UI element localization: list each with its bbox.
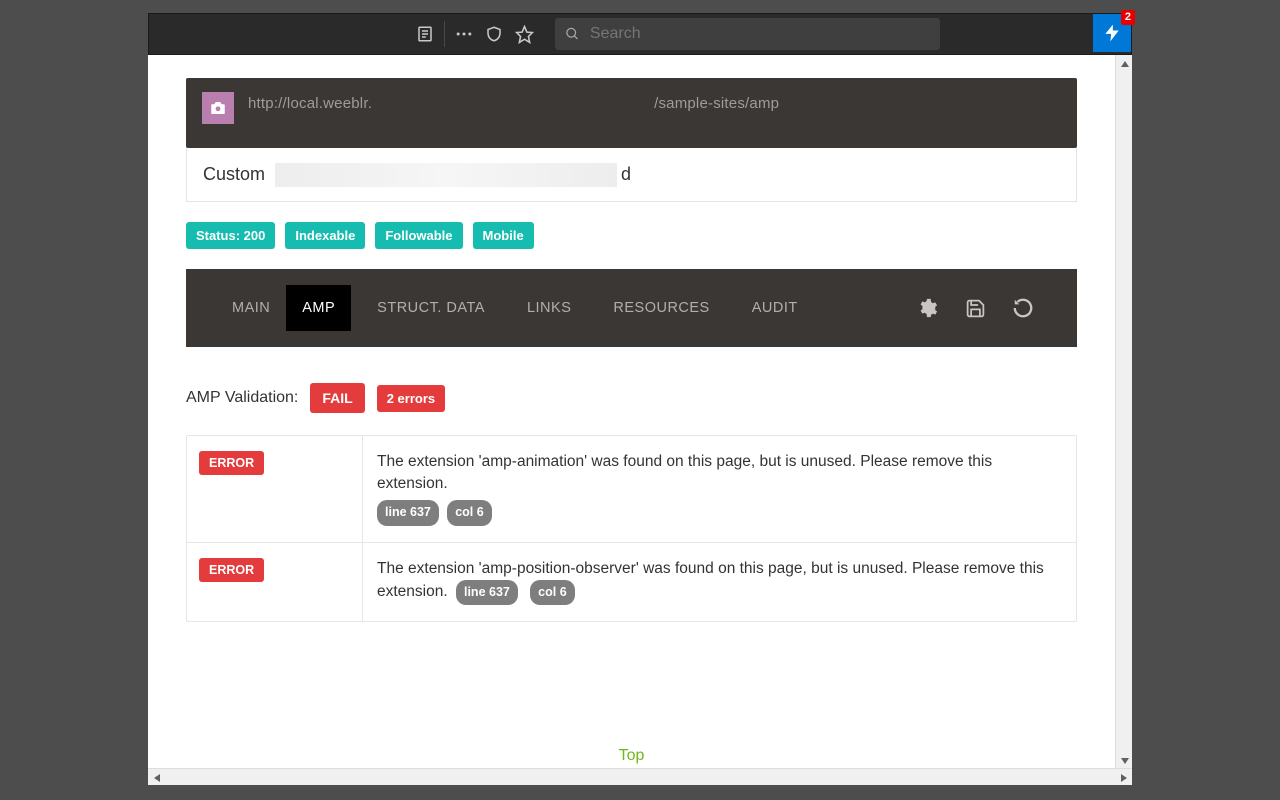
- vertical-scrollbar[interactable]: [1115, 55, 1132, 769]
- shield-icon[interactable]: [479, 19, 509, 49]
- tab-resources[interactable]: RESOURCES: [597, 285, 725, 331]
- url-suffix: /sample-sites/amp: [654, 95, 779, 112]
- validation-status: FAIL: [310, 383, 364, 413]
- error-col: col 6: [447, 500, 492, 526]
- url-prefix: http://local.weeblr.: [248, 95, 372, 112]
- refresh-button[interactable]: [999, 285, 1047, 331]
- status-badges: Status: 200 Indexable Followable Mobile: [186, 222, 1077, 249]
- tab-amp[interactable]: AMP: [286, 285, 351, 331]
- scroll-up-button[interactable]: [1116, 55, 1133, 72]
- save-button[interactable]: [951, 285, 999, 331]
- extension-button[interactable]: 2: [1093, 14, 1131, 52]
- top-link[interactable]: Top: [619, 747, 645, 764]
- errors-table: ERROR The extension 'amp-animation' was …: [186, 435, 1077, 622]
- panel-body: http://local.weeblr. /sample-sites/amp Cu…: [148, 55, 1115, 768]
- toolbar-spacer: [149, 14, 404, 54]
- toolbar-icons: [404, 14, 545, 54]
- badge-followable: Followable: [375, 222, 462, 249]
- search-icon: [565, 26, 580, 42]
- error-row: ERROR The extension 'amp-animation' was …: [187, 436, 1076, 542]
- page-title-suffix: d: [621, 164, 631, 185]
- title-redacted: [275, 163, 617, 187]
- toolbar-separator: [444, 21, 445, 47]
- extension-panel: http://local.weeblr. /sample-sites/amp Cu…: [148, 55, 1132, 785]
- badge-mobile: Mobile: [473, 222, 534, 249]
- validation-row: AMP Validation: FAIL 2 errors: [186, 383, 1077, 413]
- extension-badge: 2: [1121, 10, 1135, 25]
- reader-icon[interactable]: [410, 19, 440, 49]
- tab-links[interactable]: LINKS: [511, 285, 587, 331]
- error-message: The extension 'amp-animation' was found …: [377, 453, 992, 492]
- url-redacted: [374, 97, 652, 111]
- scroll-right-button[interactable]: [1115, 769, 1132, 786]
- page-title-row: Custom d: [186, 148, 1077, 202]
- gear-icon: [916, 297, 938, 319]
- star-icon[interactable]: [509, 19, 539, 49]
- error-level: ERROR: [199, 451, 264, 475]
- more-icon[interactable]: [449, 19, 479, 49]
- url-bar: http://local.weeblr. /sample-sites/amp: [186, 78, 1077, 148]
- error-line: line 637: [456, 580, 518, 606]
- save-icon: [965, 298, 986, 319]
- bolt-icon: [1102, 23, 1122, 43]
- search-input[interactable]: [590, 25, 930, 43]
- error-col: col 6: [530, 580, 575, 606]
- horizontal-scrollbar[interactable]: [148, 768, 1132, 785]
- browser-toolbar: 2: [148, 13, 1132, 55]
- tab-struct-data[interactable]: STRUCT. DATA: [361, 285, 501, 331]
- validation-label: AMP Validation:: [186, 389, 298, 407]
- camera-icon: [209, 99, 227, 117]
- scroll-left-button[interactable]: [148, 769, 165, 786]
- badge-status: Status: 200: [186, 222, 275, 249]
- error-level: ERROR: [199, 558, 264, 582]
- tab-main[interactable]: MAIN: [216, 285, 286, 331]
- top-link-row: Top: [186, 747, 1077, 765]
- error-row: ERROR The extension 'amp-position-observ…: [187, 542, 1076, 621]
- validation-count: 2 errors: [377, 385, 445, 412]
- settings-button[interactable]: [903, 285, 951, 331]
- tab-audit[interactable]: AUDIT: [736, 285, 814, 331]
- badge-indexable: Indexable: [285, 222, 365, 249]
- error-line: line 637: [377, 500, 439, 526]
- page-title-prefix: Custom: [203, 164, 265, 185]
- page-url: http://local.weeblr. /sample-sites/amp: [248, 95, 779, 112]
- tab-bar: MAIN AMP STRUCT. DATA LINKS RESOURCES AU…: [186, 269, 1077, 347]
- screenshot-button[interactable]: [202, 92, 234, 124]
- search-box[interactable]: [555, 18, 940, 50]
- scroll-down-button[interactable]: [1116, 752, 1133, 769]
- refresh-icon: [1012, 297, 1034, 319]
